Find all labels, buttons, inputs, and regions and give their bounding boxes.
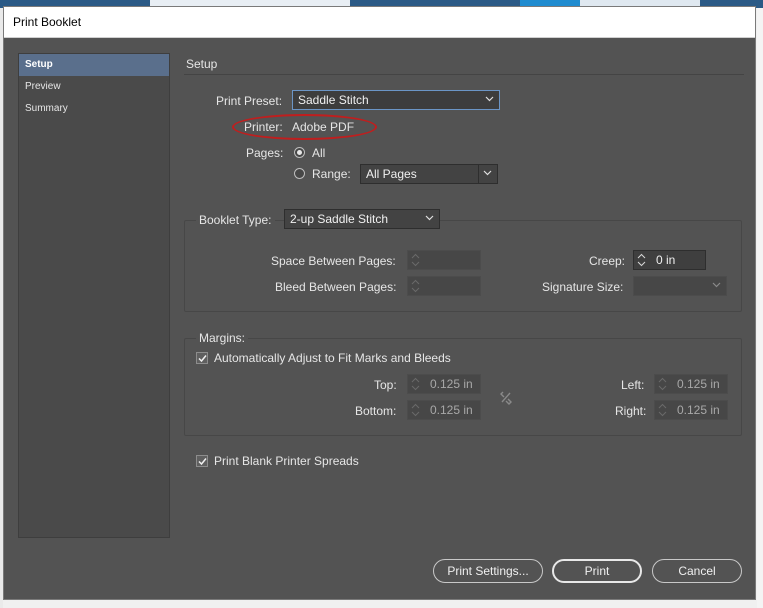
creep-field[interactable]: 0 in	[633, 250, 706, 270]
space-between-pages-label: Space Between Pages:	[271, 254, 396, 268]
bleed-between-pages-label: Bleed Between Pages:	[275, 280, 397, 294]
auto-adjust-label[interactable]: Automatically Adjust to Fit Marks and Bl…	[214, 351, 451, 365]
auto-adjust-checkbox[interactable]	[196, 352, 208, 364]
print-blank-spreads-checkbox[interactable]	[196, 455, 208, 467]
margin-right-label: Right:	[615, 404, 647, 418]
red-annotation-ellipse	[232, 114, 377, 140]
section-title: Setup	[186, 57, 218, 71]
pages-range-radio[interactable]	[294, 168, 305, 179]
print-settings-button[interactable]: Print Settings...	[433, 559, 543, 583]
print-preset-dropdown[interactable]: Saddle Stitch	[292, 90, 500, 110]
checkmark-icon	[198, 458, 207, 466]
spinner-arrows-icon	[658, 403, 667, 417]
booklet-type-value: 2-up Saddle Stitch	[290, 212, 389, 226]
section-divider	[184, 74, 744, 75]
spinner-arrows-icon	[658, 377, 667, 391]
print-preset-label: Print Preset:	[216, 94, 283, 108]
print-preset-value: Saddle Stitch	[298, 93, 369, 107]
pages-label: Pages:	[246, 146, 284, 160]
creep-label: Creep:	[589, 254, 626, 268]
margins-label: Margins:	[196, 331, 249, 345]
background-right-edge	[757, 8, 763, 608]
title-bar[interactable]: Print Booklet	[4, 7, 755, 38]
pages-range-value: All Pages	[366, 167, 417, 181]
margin-right-field[interactable]: 0.125 in	[654, 400, 728, 420]
chevron-down-icon	[481, 91, 499, 109]
pages-all-radio[interactable]	[294, 147, 305, 158]
window-title: Print Booklet	[13, 15, 82, 29]
signature-size-label: Signature Size:	[542, 280, 624, 294]
sidebar-item-preview[interactable]: Preview	[19, 76, 169, 98]
booklet-type-dropdown[interactable]: 2-up Saddle Stitch	[284, 209, 440, 229]
booklet-type-label: Booklet Type:	[196, 213, 275, 227]
print-blank-spreads-label[interactable]: Print Blank Printer Spreads	[214, 454, 359, 468]
margin-bottom-label: Bottom:	[355, 404, 397, 418]
sidebar: Setup Preview Summary	[18, 53, 170, 538]
pages-range-label[interactable]: Range:	[312, 167, 351, 181]
margin-left-field[interactable]: 0.125 in	[654, 374, 728, 394]
spinner-arrows-icon	[637, 253, 646, 267]
pages-all-label[interactable]: All	[312, 146, 325, 160]
margin-bottom-field[interactable]: 0.125 in	[407, 400, 481, 420]
chain-link-icon[interactable]	[499, 390, 513, 406]
margin-left-label: Left:	[621, 378, 645, 392]
sidebar-item-setup[interactable]: Setup	[19, 54, 169, 76]
bleed-between-pages-field[interactable]	[407, 276, 481, 296]
margin-top-field[interactable]: 0.125 in	[407, 374, 481, 394]
print-booklet-dialog: Print Booklet Setup Preview Summary Setu…	[3, 6, 756, 600]
margin-top-label: Top:	[374, 378, 397, 392]
spinner-arrows-icon	[411, 403, 420, 417]
chevron-down-icon	[478, 165, 497, 183]
spinner-arrows-icon	[411, 377, 420, 391]
space-between-pages-field[interactable]	[407, 250, 481, 270]
checkmark-icon	[198, 355, 207, 363]
chevron-down-icon	[421, 210, 439, 228]
cancel-button[interactable]: Cancel	[652, 559, 742, 583]
spinner-arrows-icon	[411, 279, 420, 293]
sidebar-item-summary[interactable]: Summary	[19, 98, 169, 120]
print-button[interactable]: Print	[552, 559, 642, 583]
chevron-down-icon	[708, 277, 726, 295]
signature-size-dropdown[interactable]	[633, 276, 727, 296]
spinner-arrows-icon	[411, 253, 420, 267]
pages-range-dropdown[interactable]: All Pages	[360, 164, 498, 184]
